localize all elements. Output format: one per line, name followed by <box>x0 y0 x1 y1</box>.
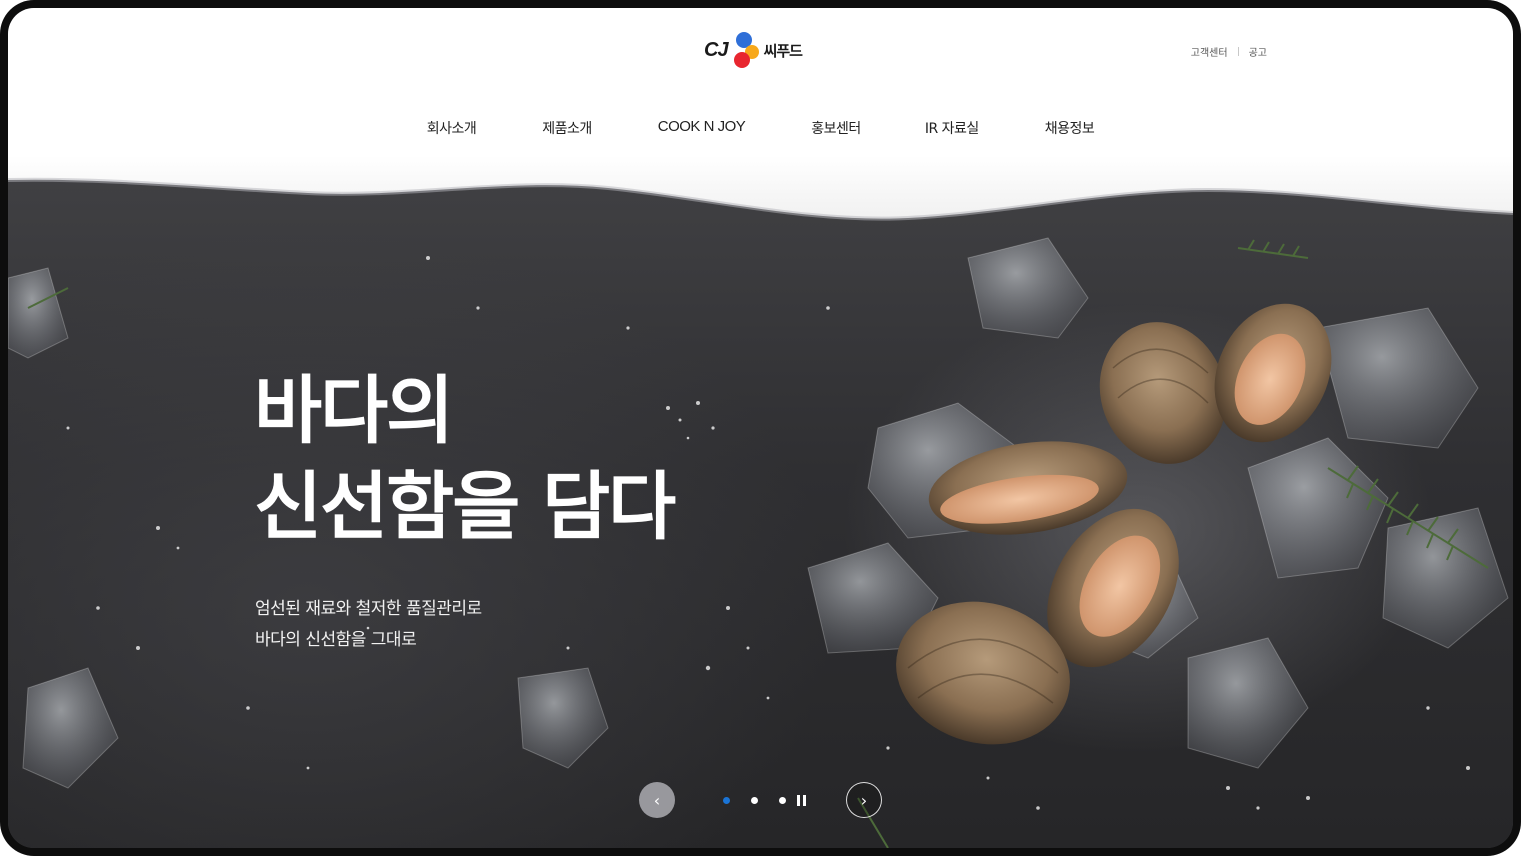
hero-headline: 바다의 신선함을 담다 <box>254 363 676 555</box>
slider-controls: ‹ › <box>639 782 884 818</box>
chevron-right-icon: › <box>860 790 868 810</box>
slider-dot-3[interactable] <box>779 797 786 804</box>
nav-item-careers[interactable]: 채용정보 <box>1045 118 1095 138</box>
logo-cj-wordmark: CJ <box>704 38 729 61</box>
hero-headline-line-2: 신선함을 담다 <box>254 464 676 550</box>
cj-logo-icon <box>733 32 759 68</box>
hero-subtext: 엄선된 재료와 철저한 품질관리로 바다의 신선함을 그대로 <box>255 594 482 656</box>
nav-item-ir[interactable]: IR 자료실 <box>925 118 979 138</box>
util-link-customer-center[interactable]: 고객센터 <box>1191 44 1228 59</box>
device-frame: CJ 씨푸드 고객센터 공고 회사소개 제품소개 COOK N JOY 홍보센터… <box>0 0 1521 856</box>
viewport: CJ 씨푸드 고객센터 공고 회사소개 제품소개 COOK N JOY 홍보센터… <box>8 8 1513 848</box>
logo-brand-name: 씨푸드 <box>763 41 803 60</box>
utility-links: 고객센터 공고 <box>1191 44 1267 59</box>
slider-next-button[interactable]: › <box>846 782 882 818</box>
nav-item-cook-n-joy[interactable]: COOK N JOY <box>658 118 746 138</box>
util-link-notice[interactable]: 공고 <box>1249 44 1267 59</box>
hero-subtext-line-2: 바다의 신선함을 그대로 <box>255 630 417 650</box>
slider-dot-1[interactable] <box>723 797 730 804</box>
nav-item-pr-center[interactable]: 홍보센터 <box>811 118 861 138</box>
main-navigation: 회사소개 제품소개 COOK N JOY 홍보센터 IR 자료실 채용정보 <box>8 118 1513 138</box>
util-divider <box>1237 47 1239 56</box>
nav-item-products[interactable]: 제품소개 <box>542 118 592 138</box>
hero-subtext-line-1: 엄선된 재료와 철저한 품질관리로 <box>255 599 482 619</box>
slider-prev-button[interactable]: ‹ <box>639 782 675 818</box>
site-logo[interactable]: CJ 씨푸드 <box>704 24 834 76</box>
nav-item-company[interactable]: 회사소개 <box>427 118 477 138</box>
hero-headline-line-1: 바다의 <box>254 368 454 454</box>
slider-dot-2[interactable] <box>751 797 758 804</box>
pause-icon[interactable] <box>797 795 807 806</box>
chevron-left-icon: ‹ <box>653 790 661 810</box>
